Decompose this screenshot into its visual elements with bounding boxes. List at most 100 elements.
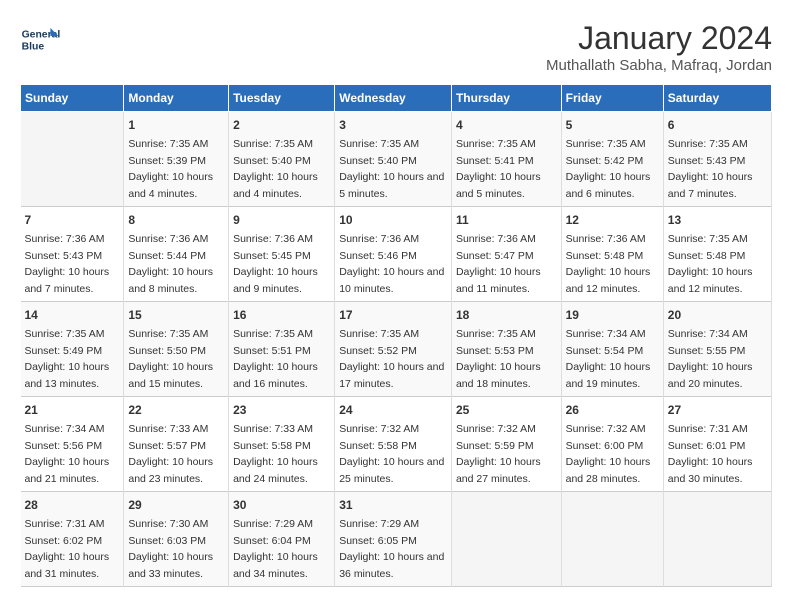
day-cell: 16 Sunrise: 7:35 AMSunset: 5:51 PMDaylig… (229, 302, 335, 397)
day-cell (451, 492, 561, 587)
week-row-3: 14 Sunrise: 7:35 AMSunset: 5:49 PMDaylig… (21, 302, 772, 397)
day-info: Sunrise: 7:35 AMSunset: 5:52 PMDaylight:… (339, 328, 444, 390)
day-number: 9 (233, 211, 330, 229)
day-info: Sunrise: 7:35 AMSunset: 5:50 PMDaylight:… (128, 328, 213, 390)
day-info: Sunrise: 7:36 AMSunset: 5:44 PMDaylight:… (128, 233, 213, 295)
day-cell: 7 Sunrise: 7:36 AMSunset: 5:43 PMDayligh… (21, 207, 124, 302)
week-row-1: 1 Sunrise: 7:35 AMSunset: 5:39 PMDayligh… (21, 112, 772, 207)
day-number: 26 (566, 401, 659, 419)
day-cell: 24 Sunrise: 7:32 AMSunset: 5:58 PMDaylig… (335, 397, 452, 492)
day-cell: 31 Sunrise: 7:29 AMSunset: 6:05 PMDaylig… (335, 492, 452, 587)
day-number: 1 (128, 116, 224, 134)
day-info: Sunrise: 7:35 AMSunset: 5:49 PMDaylight:… (25, 328, 110, 390)
header-row: SundayMondayTuesdayWednesdayThursdayFrid… (21, 85, 772, 112)
day-number: 8 (128, 211, 224, 229)
day-info: Sunrise: 7:34 AMSunset: 5:55 PMDaylight:… (668, 328, 753, 390)
day-cell (21, 112, 124, 207)
day-number: 15 (128, 306, 224, 324)
day-info: Sunrise: 7:33 AMSunset: 5:58 PMDaylight:… (233, 423, 318, 485)
day-cell: 10 Sunrise: 7:36 AMSunset: 5:46 PMDaylig… (335, 207, 452, 302)
day-info: Sunrise: 7:32 AMSunset: 5:59 PMDaylight:… (456, 423, 541, 485)
day-cell: 22 Sunrise: 7:33 AMSunset: 5:57 PMDaylig… (124, 397, 229, 492)
day-number: 5 (566, 116, 659, 134)
day-info: Sunrise: 7:32 AMSunset: 6:00 PMDaylight:… (566, 423, 651, 485)
day-number: 31 (339, 496, 447, 514)
day-info: Sunrise: 7:34 AMSunset: 5:54 PMDaylight:… (566, 328, 651, 390)
day-cell: 30 Sunrise: 7:29 AMSunset: 6:04 PMDaylig… (229, 492, 335, 587)
day-info: Sunrise: 7:36 AMSunset: 5:48 PMDaylight:… (566, 233, 651, 295)
day-info: Sunrise: 7:35 AMSunset: 5:51 PMDaylight:… (233, 328, 318, 390)
day-info: Sunrise: 7:31 AMSunset: 6:01 PMDaylight:… (668, 423, 753, 485)
day-number: 28 (25, 496, 120, 514)
day-info: Sunrise: 7:29 AMSunset: 6:04 PMDaylight:… (233, 518, 318, 580)
day-number: 18 (456, 306, 557, 324)
day-cell: 3 Sunrise: 7:35 AMSunset: 5:40 PMDayligh… (335, 112, 452, 207)
svg-text:Blue: Blue (22, 42, 45, 53)
column-header-saturday: Saturday (663, 85, 771, 112)
day-info: Sunrise: 7:31 AMSunset: 6:02 PMDaylight:… (25, 518, 110, 580)
day-info: Sunrise: 7:33 AMSunset: 5:57 PMDaylight:… (128, 423, 213, 485)
day-number: 21 (25, 401, 120, 419)
day-cell: 18 Sunrise: 7:35 AMSunset: 5:53 PMDaylig… (451, 302, 561, 397)
day-info: Sunrise: 7:36 AMSunset: 5:43 PMDaylight:… (25, 233, 110, 295)
day-number: 6 (668, 116, 767, 134)
day-cell: 21 Sunrise: 7:34 AMSunset: 5:56 PMDaylig… (21, 397, 124, 492)
day-number: 19 (566, 306, 659, 324)
day-number: 22 (128, 401, 224, 419)
day-info: Sunrise: 7:35 AMSunset: 5:39 PMDaylight:… (128, 138, 213, 200)
day-cell: 1 Sunrise: 7:35 AMSunset: 5:39 PMDayligh… (124, 112, 229, 207)
calendar-table: SundayMondayTuesdayWednesdayThursdayFrid… (20, 84, 772, 587)
day-cell: 27 Sunrise: 7:31 AMSunset: 6:01 PMDaylig… (663, 397, 771, 492)
column-header-sunday: Sunday (21, 85, 124, 112)
day-number: 2 (233, 116, 330, 134)
day-number: 13 (668, 211, 767, 229)
day-number: 29 (128, 496, 224, 514)
day-info: Sunrise: 7:35 AMSunset: 5:40 PMDaylight:… (233, 138, 318, 200)
day-number: 12 (566, 211, 659, 229)
day-cell (663, 492, 771, 587)
day-info: Sunrise: 7:36 AMSunset: 5:45 PMDaylight:… (233, 233, 318, 295)
day-cell: 11 Sunrise: 7:36 AMSunset: 5:47 PMDaylig… (451, 207, 561, 302)
day-cell (561, 492, 663, 587)
column-header-wednesday: Wednesday (335, 85, 452, 112)
day-number: 24 (339, 401, 447, 419)
day-cell: 5 Sunrise: 7:35 AMSunset: 5:42 PMDayligh… (561, 112, 663, 207)
column-header-monday: Monday (124, 85, 229, 112)
day-number: 10 (339, 211, 447, 229)
day-cell: 2 Sunrise: 7:35 AMSunset: 5:40 PMDayligh… (229, 112, 335, 207)
day-info: Sunrise: 7:29 AMSunset: 6:05 PMDaylight:… (339, 518, 444, 580)
logo-icon: General Blue (20, 20, 60, 60)
column-header-friday: Friday (561, 85, 663, 112)
day-info: Sunrise: 7:34 AMSunset: 5:56 PMDaylight:… (25, 423, 110, 485)
page-header: General Blue January 2024 Muthallath Sab… (20, 20, 772, 74)
day-info: Sunrise: 7:36 AMSunset: 5:46 PMDaylight:… (339, 233, 444, 295)
day-number: 16 (233, 306, 330, 324)
day-number: 27 (668, 401, 767, 419)
day-number: 17 (339, 306, 447, 324)
week-row-4: 21 Sunrise: 7:34 AMSunset: 5:56 PMDaylig… (21, 397, 772, 492)
day-number: 14 (25, 306, 120, 324)
day-cell: 29 Sunrise: 7:30 AMSunset: 6:03 PMDaylig… (124, 492, 229, 587)
day-info: Sunrise: 7:35 AMSunset: 5:48 PMDaylight:… (668, 233, 753, 295)
day-info: Sunrise: 7:30 AMSunset: 6:03 PMDaylight:… (128, 518, 213, 580)
week-row-5: 28 Sunrise: 7:31 AMSunset: 6:02 PMDaylig… (21, 492, 772, 587)
day-cell: 28 Sunrise: 7:31 AMSunset: 6:02 PMDaylig… (21, 492, 124, 587)
day-cell: 20 Sunrise: 7:34 AMSunset: 5:55 PMDaylig… (663, 302, 771, 397)
day-cell: 4 Sunrise: 7:35 AMSunset: 5:41 PMDayligh… (451, 112, 561, 207)
day-number: 25 (456, 401, 557, 419)
title-block: January 2024 Muthallath Sabha, Mafraq, J… (546, 20, 772, 74)
day-info: Sunrise: 7:35 AMSunset: 5:40 PMDaylight:… (339, 138, 444, 200)
day-cell: 17 Sunrise: 7:35 AMSunset: 5:52 PMDaylig… (335, 302, 452, 397)
day-cell: 12 Sunrise: 7:36 AMSunset: 5:48 PMDaylig… (561, 207, 663, 302)
day-number: 3 (339, 116, 447, 134)
day-cell: 13 Sunrise: 7:35 AMSunset: 5:48 PMDaylig… (663, 207, 771, 302)
day-info: Sunrise: 7:32 AMSunset: 5:58 PMDaylight:… (339, 423, 444, 485)
column-header-thursday: Thursday (451, 85, 561, 112)
day-info: Sunrise: 7:35 AMSunset: 5:41 PMDaylight:… (456, 138, 541, 200)
day-number: 20 (668, 306, 767, 324)
day-info: Sunrise: 7:35 AMSunset: 5:43 PMDaylight:… (668, 138, 753, 200)
day-number: 11 (456, 211, 557, 229)
week-row-2: 7 Sunrise: 7:36 AMSunset: 5:43 PMDayligh… (21, 207, 772, 302)
day-info: Sunrise: 7:36 AMSunset: 5:47 PMDaylight:… (456, 233, 541, 295)
day-info: Sunrise: 7:35 AMSunset: 5:42 PMDaylight:… (566, 138, 651, 200)
